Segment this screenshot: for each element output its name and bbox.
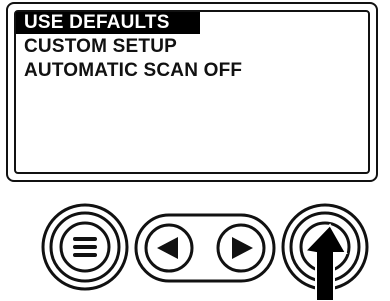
- menu-item-use-defaults[interactable]: USE DEFAULTS: [16, 12, 200, 34]
- display-screen-inner: [14, 10, 370, 174]
- display-screen: USE DEFAULTS CUSTOM SETUP AUTOMATIC SCAN…: [6, 2, 378, 182]
- menu-item-custom-setup[interactable]: CUSTOM SETUP: [24, 36, 177, 58]
- menu-button[interactable]: [41, 203, 129, 291]
- left-arrow-button[interactable]: [144, 223, 194, 273]
- button-panel: [41, 203, 369, 301]
- right-arrow-button[interactable]: [216, 223, 266, 273]
- arrow-button-group: [134, 213, 276, 283]
- menu-item-automatic-scan-off[interactable]: AUTOMATIC SCAN OFF: [24, 60, 242, 82]
